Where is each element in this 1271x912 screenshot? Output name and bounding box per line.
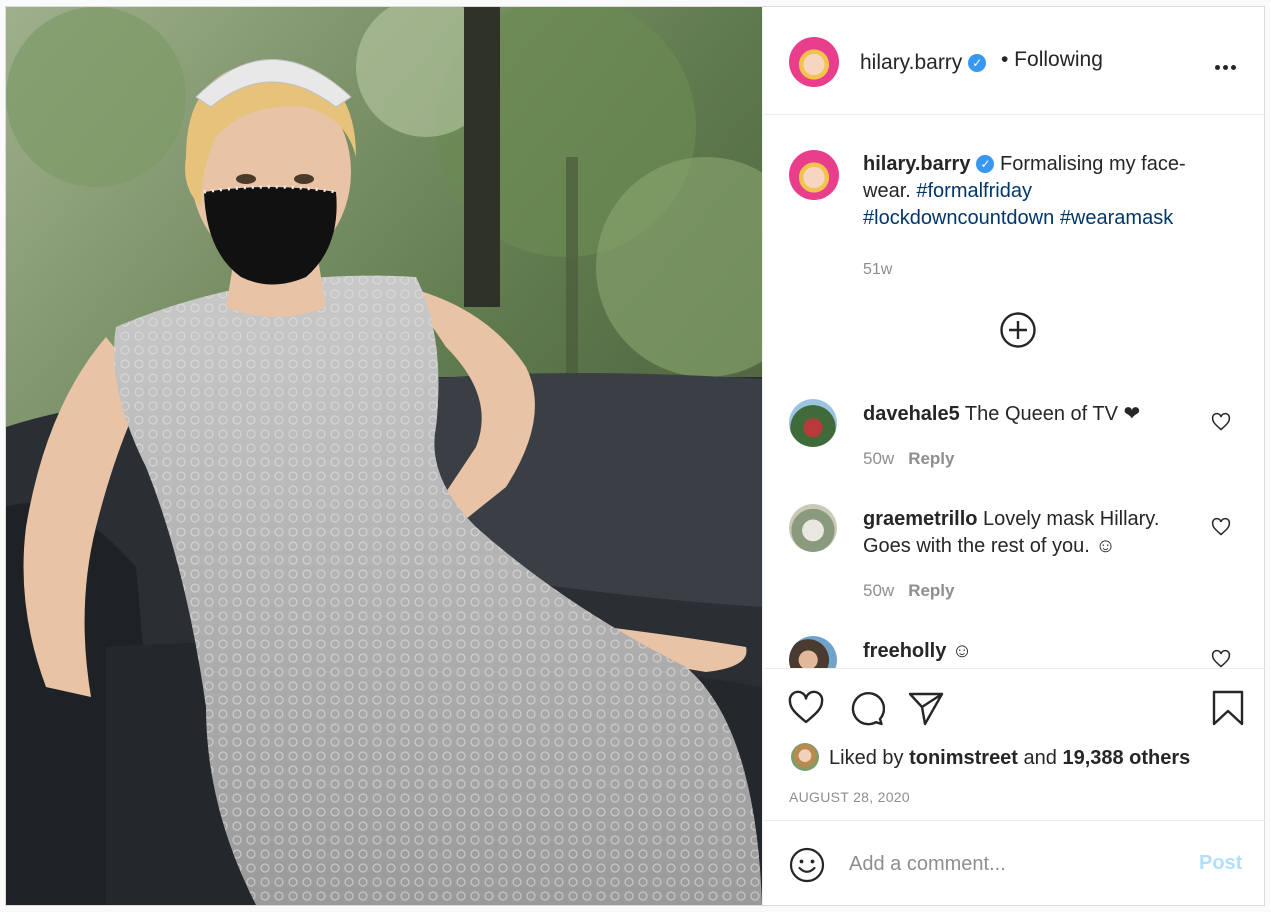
comments-panel[interactable]: hilary.barry ✓ Formalising my face-wear. … — [763, 115, 1265, 668]
post-photo[interactable] — [6, 7, 762, 905]
comment-username[interactable]: davehale5 — [863, 403, 960, 425]
comment-composer: Post — [763, 820, 1265, 905]
likes-count[interactable]: 19,388 others — [1062, 747, 1190, 769]
author-username[interactable]: hilary.barry ✓ — [860, 51, 987, 75]
post-comment-button[interactable]: Post — [1199, 852, 1242, 875]
plus-circle-icon[interactable] — [999, 311, 1037, 349]
commenter-avatar[interactable] — [789, 399, 837, 447]
comment: graemetrillo Lovely mask Hillary. Goes w… — [863, 506, 1193, 560]
author-username-label[interactable]: hilary.barry — [860, 51, 962, 74]
caption-timestamp[interactable]: 51w — [863, 261, 892, 279]
post-photo-illustration — [6, 7, 762, 905]
likes-summary: Liked by tonimstreet and 19,388 others — [791, 743, 1190, 771]
post-sidebar: hilary.barry ✓ • Following hilary.barry ✓ … — [762, 7, 1265, 905]
post-header: hilary.barry ✓ • Following — [763, 7, 1265, 115]
post-date[interactable]: AUGUST 28, 2020 — [789, 789, 910, 805]
liker-avatar[interactable] — [791, 743, 819, 771]
author-avatar[interactable] — [789, 37, 839, 87]
likes-middle: and — [1017, 747, 1063, 769]
comment-text: The Queen of TV ❤ — [959, 403, 1141, 425]
comment-meta: 50w Reply — [863, 581, 954, 601]
reply-button[interactable]: Reply — [908, 581, 954, 600]
hashtag-link[interactable]: #wearamask — [1060, 207, 1173, 229]
comment-timestamp[interactable]: 50w — [863, 581, 894, 600]
reply-button[interactable]: Reply — [908, 449, 954, 468]
comment-username[interactable]: freeholly — [863, 640, 946, 662]
verified-badge-icon: ✓ — [968, 54, 987, 72]
commenter-avatar[interactable] — [789, 636, 837, 668]
comment-username[interactable]: graemetrillo — [863, 508, 977, 530]
commenter-avatar[interactable] — [789, 504, 837, 552]
heart-icon[interactable] — [787, 689, 825, 727]
likes-prefix: Liked by — [829, 747, 910, 769]
verified-badge-icon: ✓ — [976, 155, 995, 173]
hashtag-link[interactable]: #lockdowncountdown — [863, 207, 1054, 229]
comment-like-heart-icon[interactable] — [1211, 412, 1231, 432]
more-options-icon[interactable] — [1215, 57, 1243, 70]
comment-icon[interactable] — [847, 689, 885, 727]
bookmark-icon[interactable] — [1209, 689, 1247, 727]
comment-like-heart-icon[interactable] — [1211, 517, 1231, 537]
comment: freeholly ☺ — [863, 638, 1193, 665]
liker-username[interactable]: tonimstreet — [909, 747, 1018, 769]
emoji-icon[interactable] — [789, 847, 825, 883]
following-button[interactable]: • Following — [1001, 48, 1103, 72]
comment-input[interactable] — [849, 849, 1169, 879]
comment: davehale5 The Queen of TV ❤ — [863, 401, 1193, 428]
paper-plane-icon[interactable] — [907, 689, 945, 727]
caption-author-avatar[interactable] — [789, 150, 839, 200]
comment-text: ☺ — [946, 640, 973, 662]
instagram-post: hilary.barry ✓ • Following hilary.barry ✓ … — [5, 6, 1265, 906]
post-actions: Liked by tonimstreet and 19,388 others A… — [763, 668, 1265, 820]
comment-timestamp[interactable]: 50w — [863, 449, 894, 468]
comment-meta: 50w Reply — [863, 449, 954, 469]
comment-like-heart-icon[interactable] — [1211, 649, 1231, 668]
post-caption: hilary.barry ✓ Formalising my face-wear. … — [863, 151, 1223, 232]
hashtag-link[interactable]: #formalfriday — [916, 180, 1032, 202]
caption-username[interactable]: hilary.barry — [863, 153, 970, 175]
